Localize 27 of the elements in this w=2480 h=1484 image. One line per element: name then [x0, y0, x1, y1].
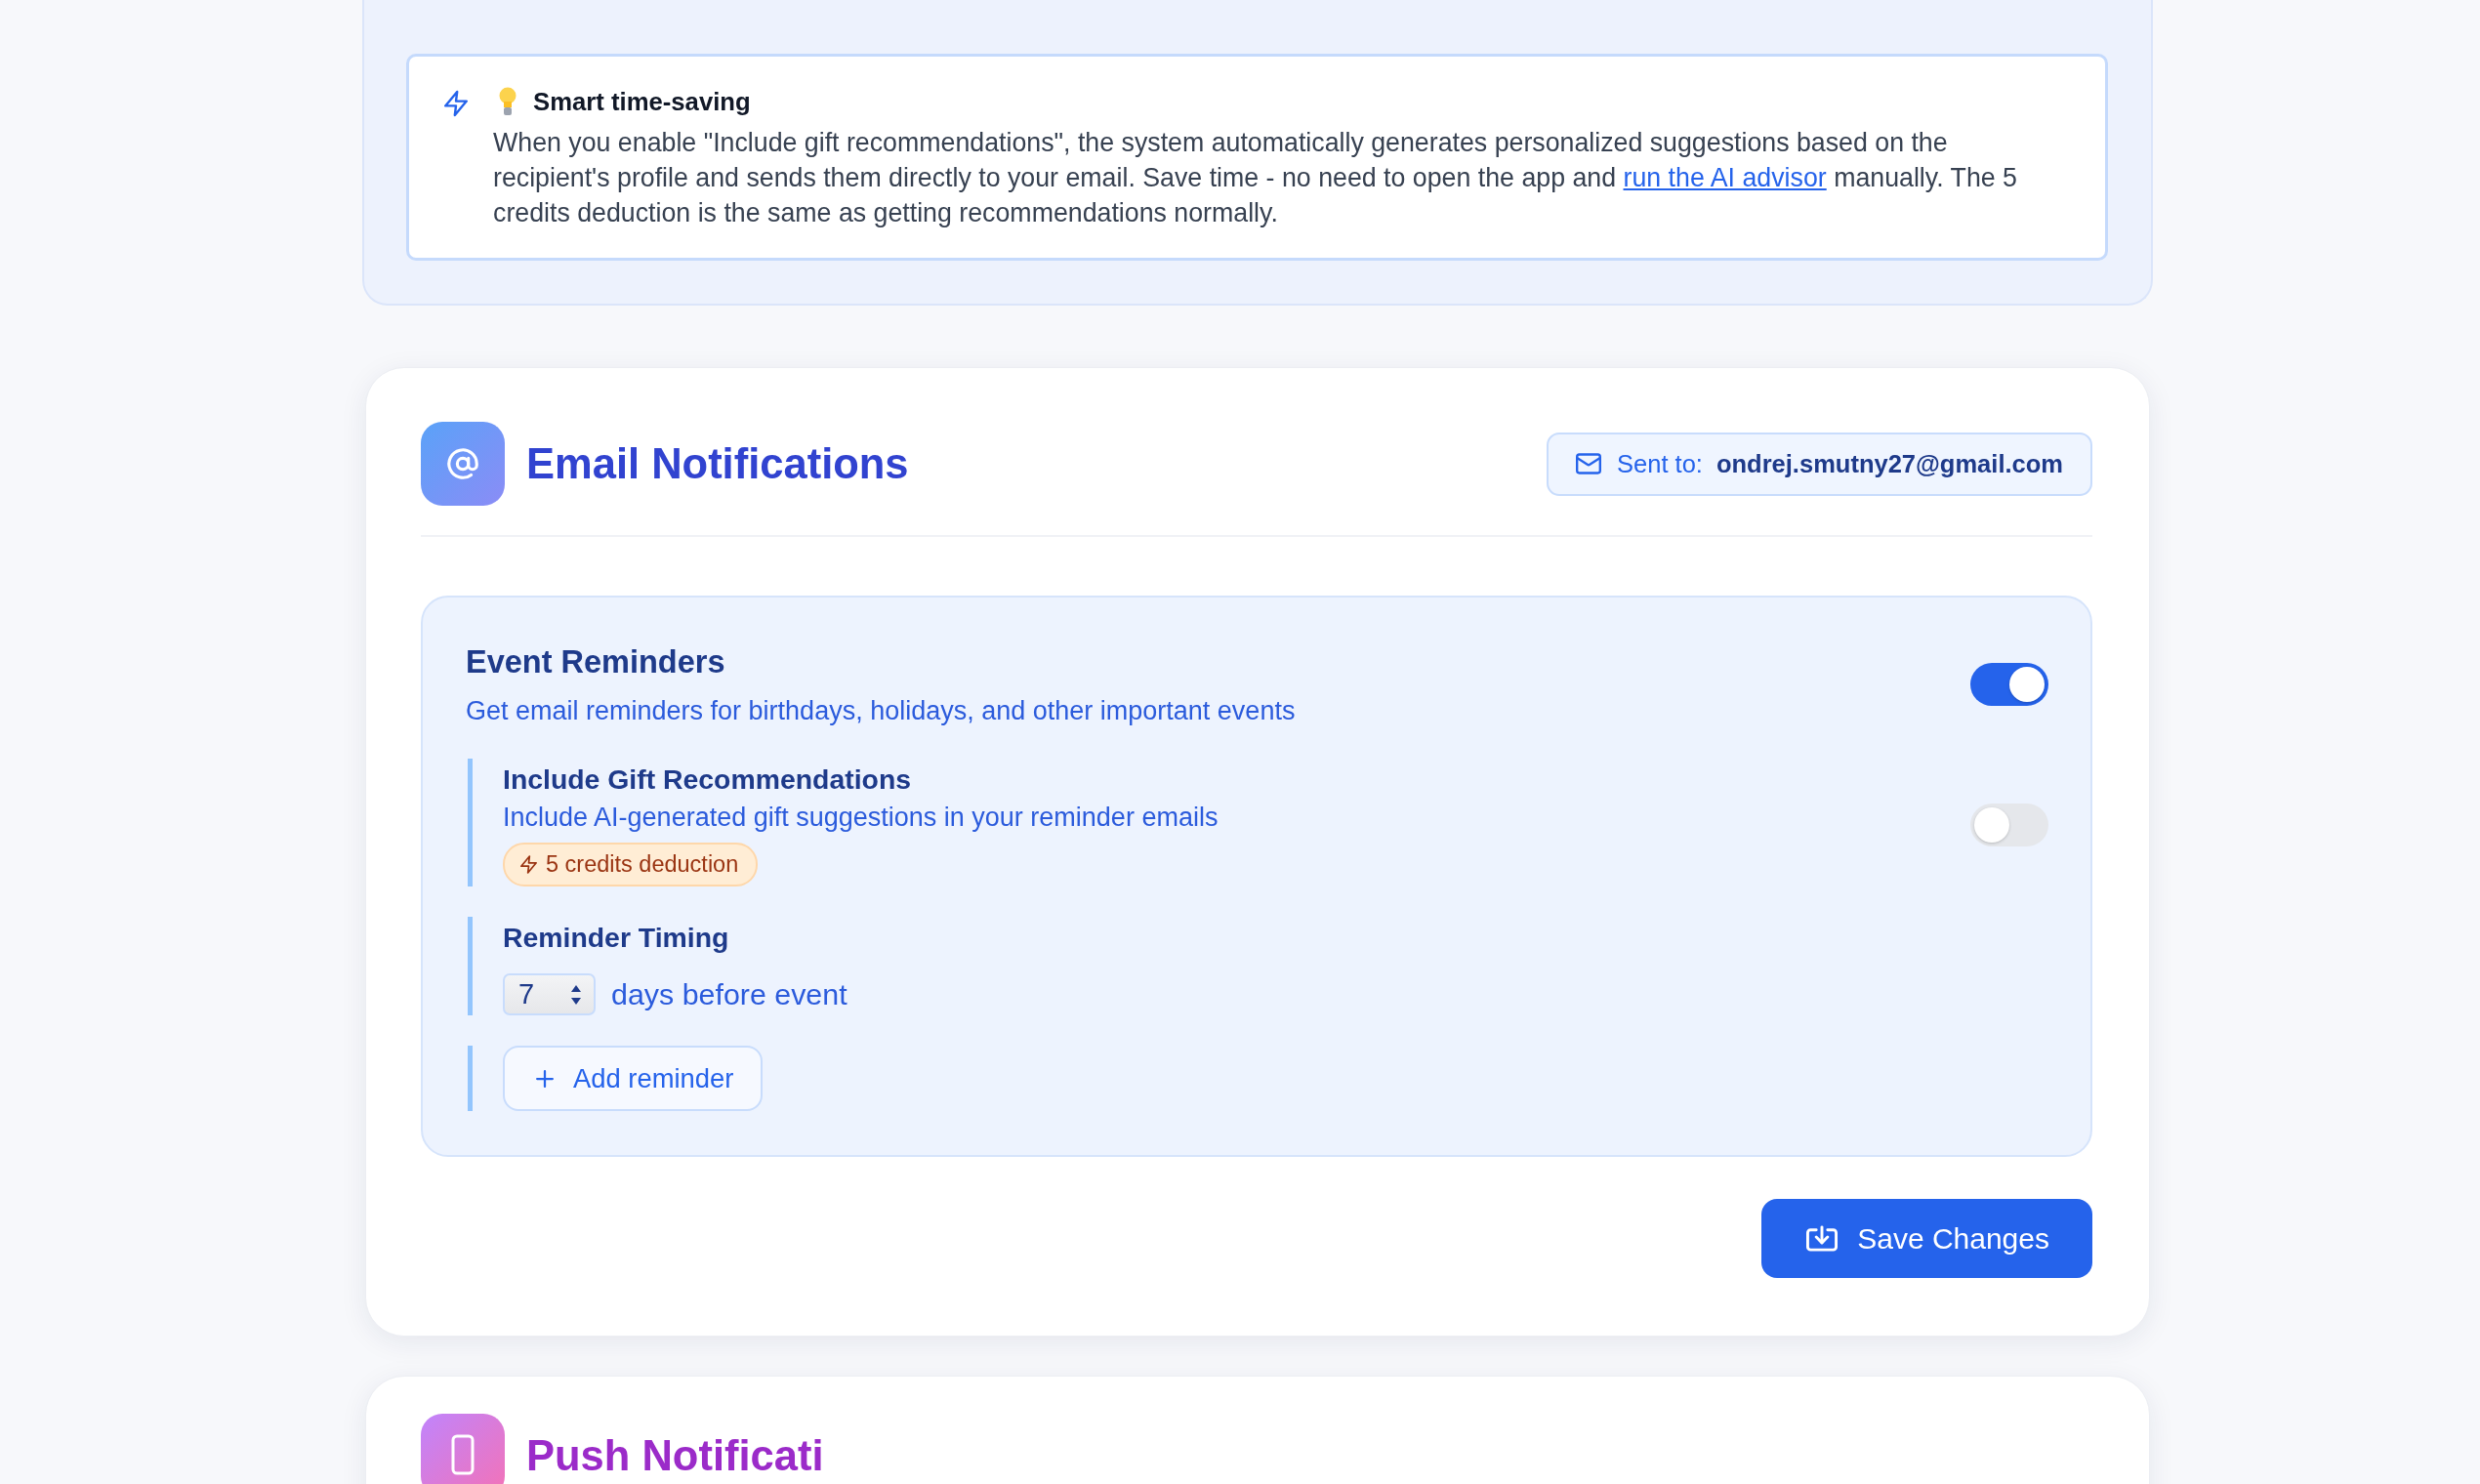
toggle-switch[interactable]: [1970, 663, 2048, 706]
plus-icon: [536, 1069, 554, 1088]
sent-to-label: Sent to:: [1617, 449, 1703, 478]
advisor-link[interactable]: run the AI advisor: [1623, 163, 1827, 192]
option-description: Include AI-generated gift suggestions in your reminder emails: [503, 802, 1219, 833]
stepper-icon: [570, 983, 582, 1006]
setting-description: Get email reminders for birthdays, holidays, and other important events: [466, 695, 1296, 726]
section-title: Push Notificati: [526, 1434, 824, 1477]
lightbulb-icon: [498, 87, 517, 116]
bolt-icon: [520, 855, 537, 874]
toggle-switch[interactable]: [1970, 803, 2048, 846]
at-sign-icon: [421, 422, 505, 506]
tip-text: When you enable "Include gift recommendations", the system automatically generates personalized suggestions based on the recipient's profile and sends them directly to your email. Save time - no need to open the app and run the AI advisor manually. The 5 credits deduction is the same as getting recommendations normally.: [493, 127, 2018, 229]
mail-icon: [1576, 453, 1602, 474]
unit-label: days before event: [611, 977, 847, 1011]
section-title: Email Notifications: [526, 439, 909, 488]
download-icon: [1806, 1225, 1839, 1252]
setting-title: Event Reminders: [466, 643, 726, 681]
option-title: Reminder Timing: [503, 921, 730, 954]
days-input[interactable]: 7: [503, 973, 596, 1015]
save-button[interactable]: Save Changes: [1761, 1199, 2092, 1278]
tip-title: Smart time-saving: [533, 87, 751, 116]
add-reminder-button[interactable]: Add reminder: [503, 1046, 764, 1111]
bolt-icon: [444, 90, 468, 117]
option-title: Include Gift Recommendations: [503, 763, 913, 796]
credits-text: 5 credits deduction: [546, 851, 739, 878]
email-address: ondrej.smutny27@gmail.com: [1715, 449, 2063, 478]
